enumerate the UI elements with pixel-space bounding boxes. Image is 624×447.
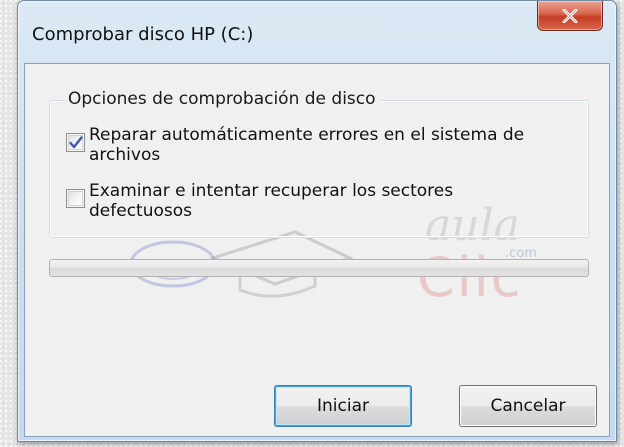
- option-scan-sectors[interactable]: Examinar e intentar recuperar los sector…: [66, 181, 529, 221]
- checkmark-icon: [68, 136, 83, 149]
- dialog-client-area: aula .com Clic Opciones de comprobación …: [24, 63, 610, 437]
- disk-check-options-group: Opciones de comprobación de disco Repara…: [49, 89, 589, 238]
- close-x-icon: [562, 8, 578, 23]
- group-title: Opciones de comprobación de disco: [64, 89, 380, 109]
- dialog-window: Comprobar disco HP (C:) aula .com Clic O…: [17, 0, 617, 442]
- progress-bar: [49, 259, 589, 277]
- cancel-button[interactable]: Cancelar: [459, 385, 597, 427]
- scan-sectors-checkbox[interactable]: [66, 189, 85, 208]
- fix-errors-label: Reparar automáticamente errores en el si…: [89, 125, 525, 165]
- option-fix-errors[interactable]: Reparar automáticamente errores en el si…: [66, 125, 529, 165]
- watermark-clic: Clic: [417, 246, 523, 309]
- title-bar[interactable]: Comprobar disco HP (C:): [18, 1, 616, 63]
- window-title: Comprobar disco HP (C:): [32, 24, 254, 45]
- scan-sectors-label: Examinar e intentar recuperar los sector…: [89, 181, 454, 221]
- start-button[interactable]: Iniciar: [274, 385, 412, 427]
- fix-errors-checkbox[interactable]: [66, 133, 85, 152]
- close-button[interactable]: [537, 1, 603, 31]
